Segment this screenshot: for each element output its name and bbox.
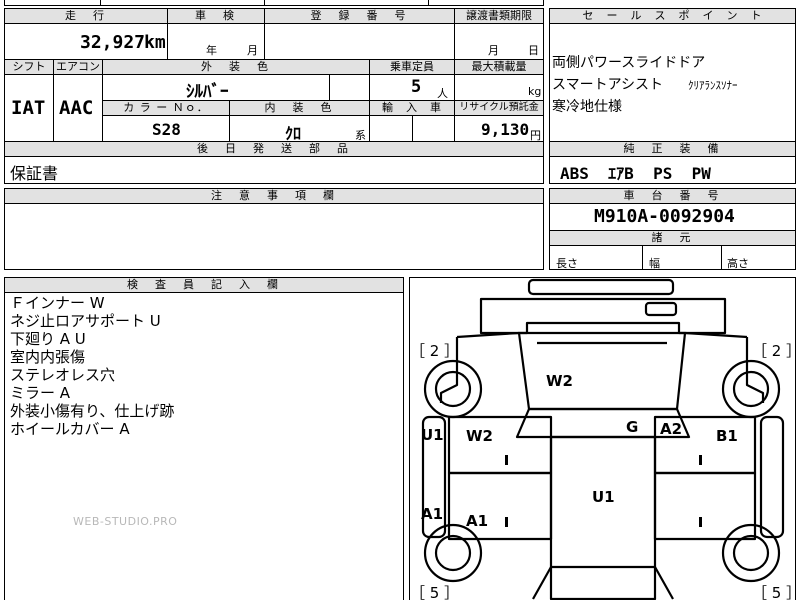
transfer-month-unit: 月 [488, 44, 499, 57]
inspector-note-2: ネジ止ロアサポート U [10, 312, 161, 330]
rear-glass [532, 565, 674, 600]
recycle-header: リサイクル預託金 [454, 100, 544, 116]
mileage-unit: km [144, 32, 166, 53]
left-front-wheel [434, 370, 472, 408]
right-rear-wheel [732, 534, 770, 572]
mileage-value: 32,927 [80, 32, 146, 53]
dimensions-length-label: 長さ [556, 257, 578, 270]
left-front-tire [423, 359, 483, 419]
inspector-note-3: 下廻り A U [10, 330, 86, 348]
inspector-header: 検 査 員 記 入 欄 [4, 277, 404, 293]
color-no-header: カ ラ ー Ｎｏ． [102, 100, 230, 116]
equipment-header: 純 正 装 備 [549, 141, 796, 157]
max-load-unit: kg [528, 85, 542, 98]
left-front-door [447, 415, 553, 475]
sales-point-line3: 寒冷地仕様 [552, 99, 622, 115]
right-front-wheel [732, 370, 770, 408]
transfer-day-unit: 日 [528, 44, 539, 57]
later-parts-value: 保証書 [10, 164, 59, 183]
left-rear-door [447, 471, 553, 541]
left-rear-handle [505, 517, 508, 527]
equipment-value: ABS ｴｱB PS PW [560, 164, 711, 183]
chassis-header: 車 台 番 号 [549, 188, 796, 204]
transfer-header: 譲渡書類期限 [454, 8, 544, 24]
shift-value: IAT [11, 97, 46, 119]
mark-glass: G [626, 418, 639, 436]
left-rear-tire [423, 523, 483, 583]
front-bumper [479, 297, 727, 335]
inspector-note-8: ホイールカバー A [10, 420, 130, 438]
sales-point-line2-small: ｸﾘｱﾗﾝｽｿﾅｰ [688, 79, 738, 92]
roof [549, 435, 657, 600]
exterior-color-header: 外 装 色 [102, 59, 370, 75]
inspector-notes: Ｆインナー W ネジ止ロアサポート U 下廻り A U 室内内張傷 ステレオレス… [10, 294, 174, 438]
import-header: 輸 入 車 [369, 100, 455, 116]
diagram-count-left-top: ［ 2 ］ [410, 342, 460, 360]
mark-left-rear-door: A1 [466, 512, 489, 530]
capacity-unit: 人 [437, 87, 448, 100]
right-front-handle [699, 455, 702, 465]
aircon-value: AAC [59, 97, 94, 119]
mark-right-a: A2 [660, 420, 683, 438]
later-parts-cell [4, 156, 544, 184]
capacity-header: 乗車定員 [369, 59, 455, 75]
mark-hood: W2 [546, 372, 573, 390]
right-rear-tire [721, 523, 781, 583]
mark-roof: U1 [592, 488, 615, 506]
import-cell-left [369, 115, 413, 142]
registration-cell [264, 23, 455, 60]
inspector-note-5: ステレオレス穴 [10, 366, 116, 384]
front-bumper-top [527, 278, 675, 296]
mark-left-side-top: U1 [421, 426, 444, 444]
later-parts-header: 後 日 発 送 部 品 [4, 141, 544, 157]
caution-cell [4, 203, 544, 270]
right-rear-handle [699, 517, 702, 527]
diagram-count-right-bottom: ［ 5 ］ [752, 584, 800, 600]
dimensions-width-label: 幅 [649, 257, 660, 270]
shift-header: シフト [4, 59, 54, 75]
aircon-header: エアコン [53, 59, 103, 75]
max-load-header: 最大積載量 [454, 59, 544, 75]
hood [517, 331, 687, 411]
inspection-year-unit: 年 [206, 44, 217, 57]
left-front-handle [505, 455, 508, 465]
recycle-value: 9,130 [481, 120, 530, 139]
inspection-header: 車 検 [167, 8, 265, 24]
inspector-note-4: 室内内張傷 [10, 348, 86, 366]
inspector-note-1: Ｆインナー W [10, 294, 105, 312]
diagram-count-left-bottom: ［ 5 ］ [410, 584, 460, 600]
interior-color-header: 内 装 色 [229, 100, 370, 116]
exterior-color-extra-cell [329, 74, 370, 101]
mark-left-side-bottom: A1 [421, 505, 444, 523]
front-bumper-lamp [644, 301, 678, 317]
mileage-header: 走 行 [4, 8, 168, 24]
caution-header: 注 意 事 項 欄 [4, 188, 544, 204]
inspector-note-6: ミラー A [10, 384, 71, 402]
color-no-value: S28 [152, 120, 181, 139]
diagram-count-right-top: ［ 2 ］ [752, 342, 800, 360]
sales-point-line2: スマートアシスト [552, 77, 664, 93]
right-sill [759, 415, 785, 539]
sales-point-header: セ ー ル ス ポ イ ン ト [549, 8, 796, 24]
sales-point-line1: 両側パワースライドドア [552, 55, 706, 71]
dimensions-height-label: 高さ [727, 257, 749, 270]
left-rear-wheel [434, 534, 472, 572]
watermark: WEB-STUDIO.PRO [73, 515, 178, 528]
exterior-color-value: ｼﾙﾊﾞｰ [186, 82, 229, 102]
chassis-value: M910A-0092904 [594, 206, 735, 227]
mark-right-b: B1 [716, 427, 738, 445]
inspector-note-7: 外装小傷有り、仕上げ跡 [10, 402, 175, 420]
dimensions-header: 諸 元 [549, 230, 796, 246]
right-front-tire [721, 359, 781, 419]
right-rear-door [653, 471, 757, 541]
inspection-month-unit: 月 [247, 44, 258, 57]
import-cell-right [412, 115, 455, 142]
registration-header: 登 録 番 号 [264, 8, 455, 24]
top-strip [4, 0, 544, 6]
capacity-value: 5 [411, 77, 422, 97]
mark-left-front-door: W2 [466, 427, 493, 445]
